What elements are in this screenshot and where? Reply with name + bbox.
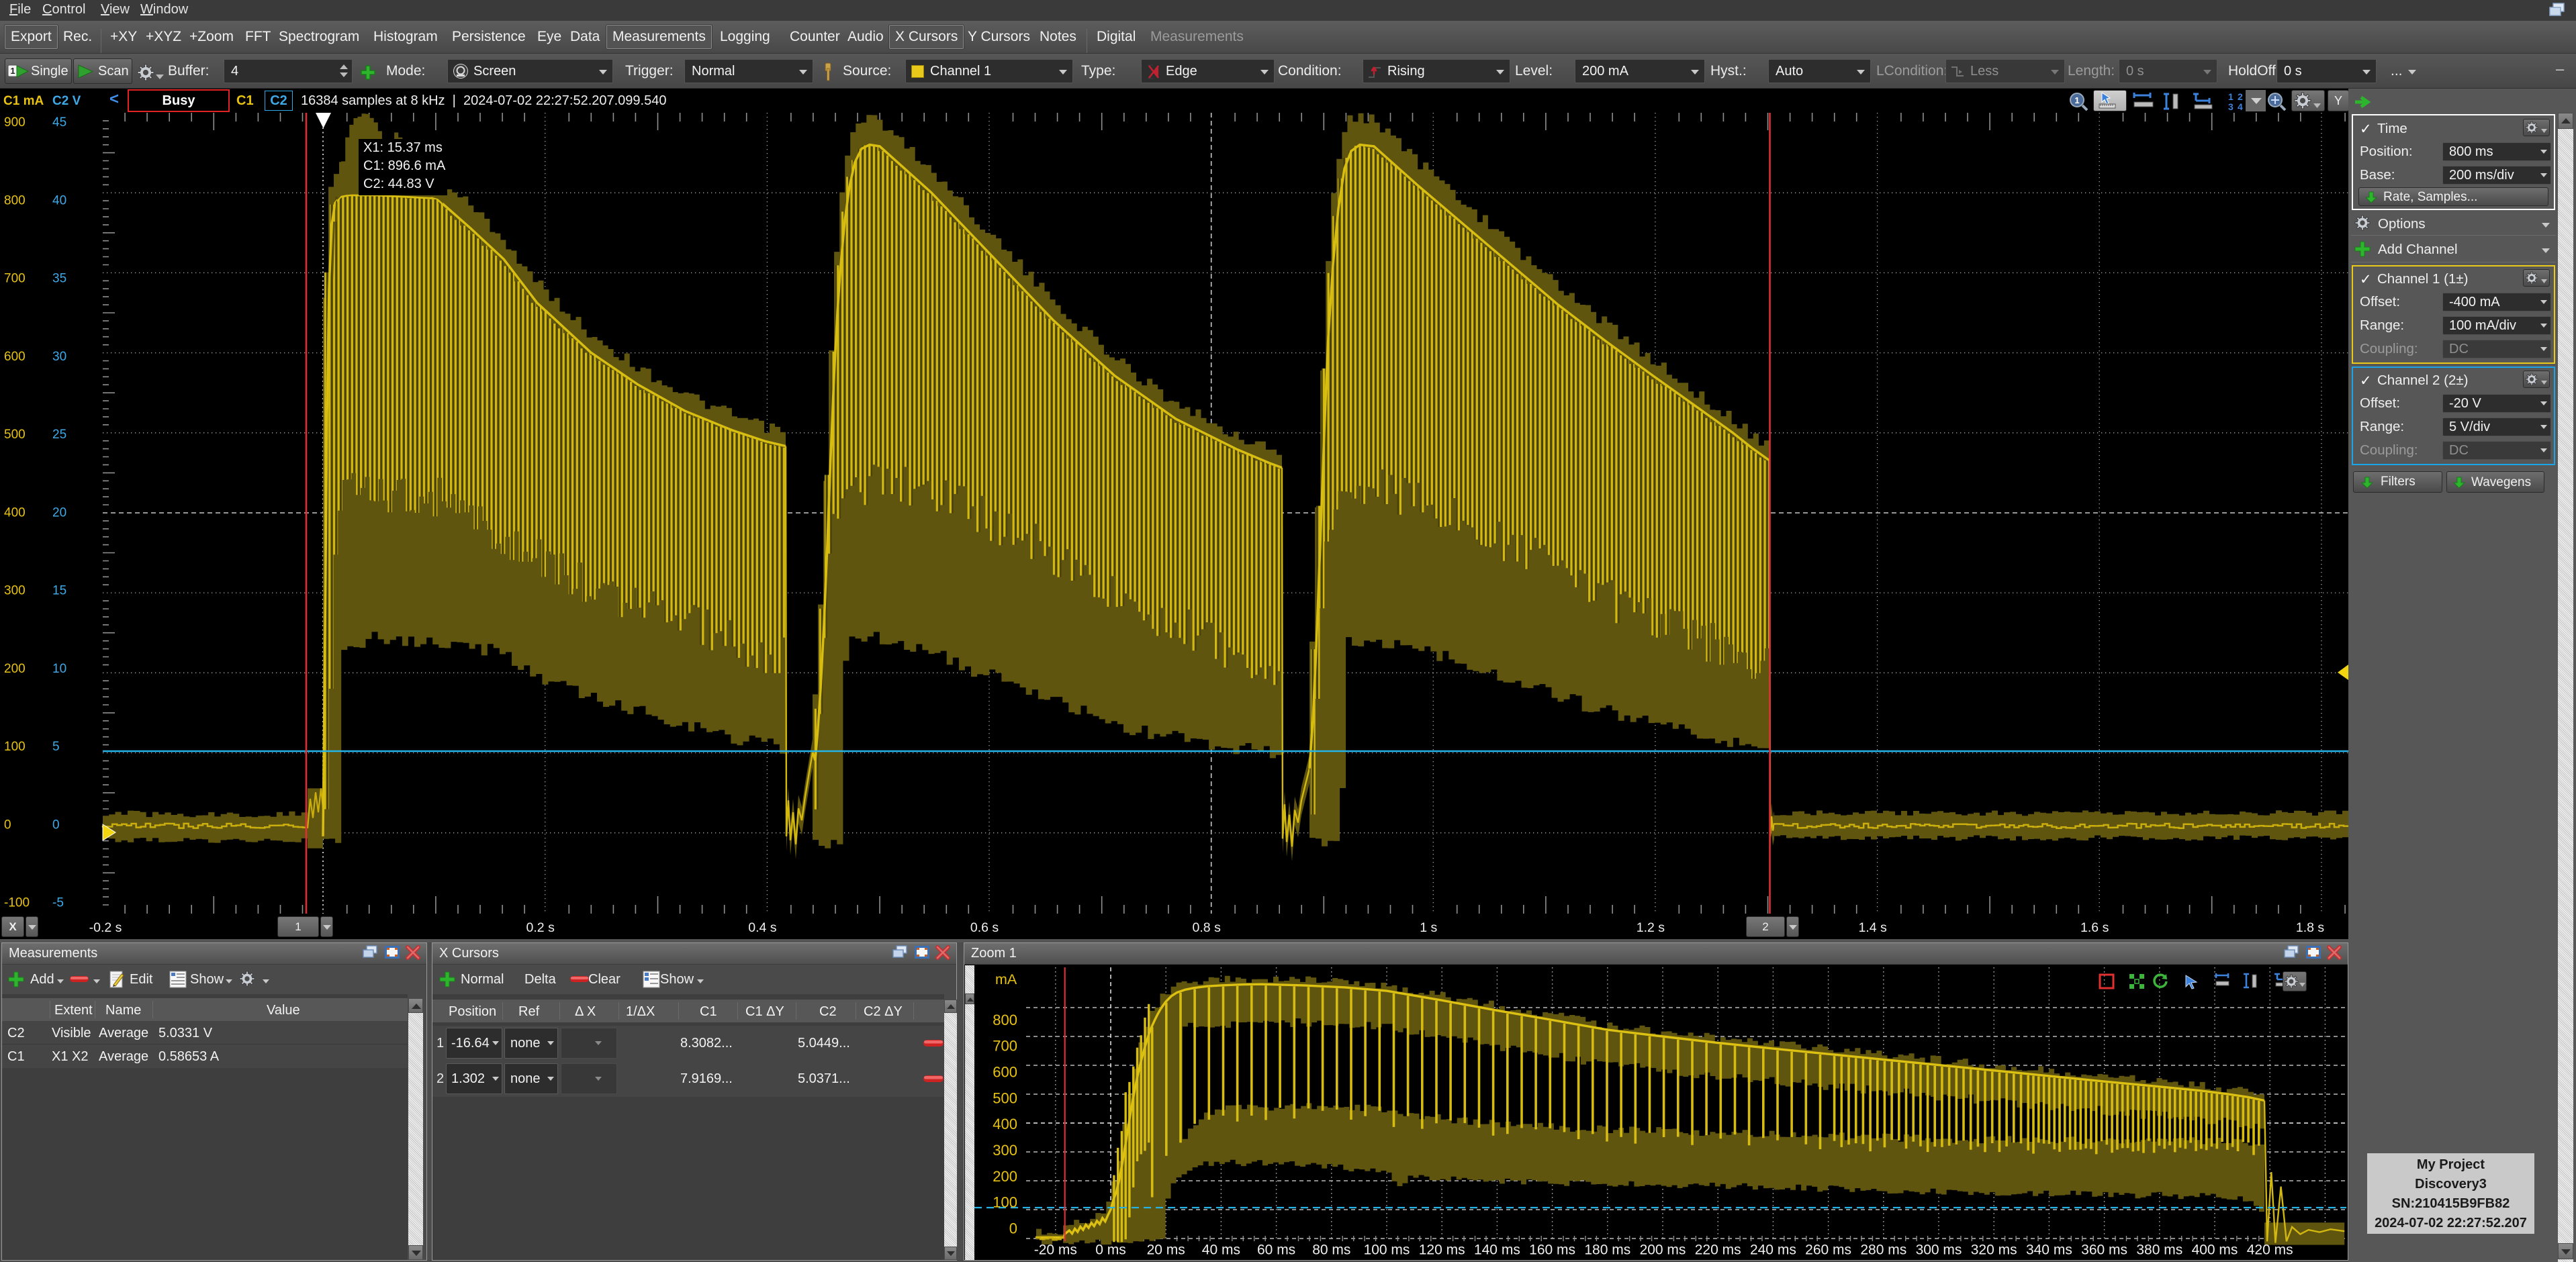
svg-text:600: 600	[4, 350, 26, 364]
svg-text:320 ms: 320 ms	[1971, 1243, 2017, 1258]
svg-text:300: 300	[4, 584, 26, 598]
svg-text:0.4 s: 0.4 s	[748, 920, 777, 935]
svg-text:C1: 896.6 mA: C1: 896.6 mA	[363, 158, 446, 173]
svg-text:0: 0	[1009, 1220, 1017, 1237]
svg-text:800: 800	[4, 193, 26, 207]
svg-text:-0.2 s: -0.2 s	[89, 920, 122, 935]
svg-text:1 s: 1 s	[1420, 920, 1437, 935]
svg-text:240 ms: 240 ms	[1750, 1243, 1796, 1258]
svg-text:100: 100	[4, 740, 26, 754]
svg-text:400 ms: 400 ms	[2192, 1243, 2238, 1258]
svg-text:100: 100	[993, 1194, 1017, 1211]
svg-text:C2: 44.83 V: C2: 44.83 V	[363, 177, 434, 191]
svg-text:120 ms: 120 ms	[1419, 1243, 1465, 1258]
svg-text:15: 15	[52, 584, 66, 598]
svg-text:220 ms: 220 ms	[1695, 1243, 1741, 1258]
svg-text:20: 20	[52, 505, 66, 520]
svg-text:360 ms: 360 ms	[2081, 1243, 2127, 1258]
svg-text:600: 600	[993, 1064, 1017, 1081]
svg-text:260 ms: 260 ms	[1805, 1243, 1851, 1258]
svg-text:1: 1	[2074, 95, 2079, 105]
svg-text:700: 700	[4, 272, 26, 286]
svg-text:45: 45	[52, 115, 66, 130]
svg-text:30: 30	[52, 350, 66, 364]
svg-text:20 ms: 20 ms	[1147, 1243, 1185, 1258]
svg-text:0.2 s: 0.2 s	[526, 920, 555, 935]
svg-text:340 ms: 340 ms	[2026, 1243, 2072, 1258]
svg-text:X1: 15.37 ms: X1: 15.37 ms	[363, 140, 443, 155]
svg-text:200: 200	[993, 1168, 1017, 1185]
svg-text:-100: -100	[4, 896, 30, 910]
svg-text:300: 300	[993, 1142, 1017, 1159]
svg-text:200 ms: 200 ms	[1640, 1243, 1686, 1258]
svg-text:0: 0	[52, 818, 60, 832]
svg-text:500: 500	[4, 428, 26, 442]
svg-text:2: 2	[2238, 91, 2243, 102]
svg-text:25: 25	[52, 428, 66, 442]
svg-text:1.8 s: 1.8 s	[2296, 920, 2325, 935]
svg-text:mA: mA	[995, 971, 1017, 987]
svg-text:1.2 s: 1.2 s	[1637, 920, 1665, 935]
svg-text:380 ms: 380 ms	[2136, 1243, 2182, 1258]
svg-text:300 ms: 300 ms	[1916, 1243, 1962, 1258]
svg-text:900: 900	[4, 115, 26, 130]
svg-text:140 ms: 140 ms	[1474, 1243, 1520, 1258]
svg-text:80 ms: 80 ms	[1312, 1243, 1350, 1258]
svg-text:160 ms: 160 ms	[1529, 1243, 1575, 1258]
svg-text:100 ms: 100 ms	[1364, 1243, 1410, 1258]
svg-text:400: 400	[4, 505, 26, 520]
svg-text:420 ms: 420 ms	[2247, 1243, 2293, 1258]
svg-text:35: 35	[52, 272, 66, 286]
svg-text:40: 40	[52, 193, 66, 207]
svg-text:40 ms: 40 ms	[1202, 1243, 1240, 1258]
svg-text:3: 3	[2228, 101, 2234, 111]
svg-text:0: 0	[4, 818, 11, 832]
svg-text:1.6 s: 1.6 s	[2080, 920, 2109, 935]
svg-text:-5: -5	[52, 896, 64, 910]
svg-text:400: 400	[993, 1116, 1017, 1132]
svg-text:0.6 s: 0.6 s	[970, 920, 999, 935]
svg-text:800: 800	[993, 1012, 1017, 1028]
svg-text:700: 700	[993, 1038, 1017, 1055]
svg-text:1: 1	[10, 66, 15, 76]
svg-text:4: 4	[2238, 101, 2243, 111]
svg-text:1: 1	[2228, 91, 2234, 102]
svg-text:60 ms: 60 ms	[1257, 1243, 1295, 1258]
svg-text:0 ms: 0 ms	[1095, 1243, 1126, 1258]
svg-text:200: 200	[4, 662, 26, 676]
svg-text:10: 10	[52, 662, 66, 676]
svg-text:1.4 s: 1.4 s	[1858, 920, 1887, 935]
svg-text:-20 ms: -20 ms	[1034, 1243, 1077, 1258]
svg-text:0.8 s: 0.8 s	[1193, 920, 1222, 935]
svg-text:180 ms: 180 ms	[1584, 1243, 1630, 1258]
svg-text:280 ms: 280 ms	[1860, 1243, 1906, 1258]
svg-text:500: 500	[993, 1089, 1017, 1106]
svg-text:5: 5	[52, 740, 60, 754]
